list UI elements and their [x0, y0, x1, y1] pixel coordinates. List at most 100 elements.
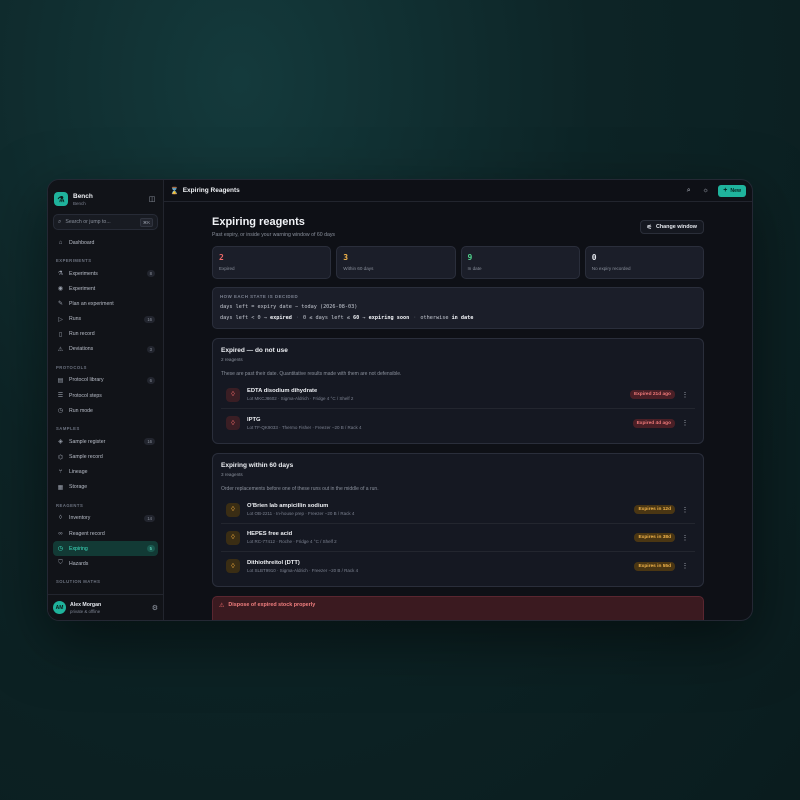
sidebar-item-runs[interactable]: ▷ Runs 16	[53, 312, 158, 327]
sidebar-item-expiring[interactable]: ◷ Expiring 5	[53, 541, 158, 557]
rule-text: expired	[269, 315, 292, 321]
rule-thresholds: days left < 0 → expired · 0 ≤ days left ≤ …	[220, 315, 474, 321]
section-experiments: Experiments	[56, 258, 92, 263]
reagent-row[interactable]: ◊ IPTG Lot TF-QK9033 · Thermo Fisher · F…	[221, 409, 695, 437]
more-icon[interactable]: ⋮	[680, 391, 690, 399]
reagent-row[interactable]: ◊ HEPES free acid Lot RC-77412 · Roche ·…	[221, 524, 695, 552]
sidebar-item-hazards[interactable]: ⛉ Hazards	[53, 556, 158, 571]
rule-text: expiring soon	[368, 315, 410, 321]
stat-value: 0	[591, 253, 597, 262]
change-window-button[interactable]: ⚟ Change window	[639, 220, 704, 234]
sidebar-item-label: Run record	[69, 331, 95, 338]
drop-icon: ◊	[226, 559, 240, 573]
page-title: Expiring reagents	[212, 216, 305, 228]
sidebar-item-lineage[interactable]: ⑂ Lineage	[53, 465, 158, 480]
drop-icon: ◊	[226, 416, 240, 430]
plus-icon: +	[723, 187, 728, 194]
reagent-row[interactable]: ◊ Dithiothreitol (DTT) Lot SLBT9910 · Si…	[221, 552, 695, 580]
sidebar-item-protocol-library[interactable]: ▤ Protocol library 6	[53, 373, 158, 388]
status-badge: Expires in 38d	[634, 533, 675, 542]
more-icon[interactable]: ⋮	[680, 534, 690, 542]
card-count: 2 reagents	[221, 357, 243, 362]
sidebar-item-plan-experiment[interactable]: ✎ Plan an experiment	[53, 296, 158, 311]
status-badge: Expired 4d ago	[632, 418, 675, 428]
section-solution-maths: Solution maths	[56, 579, 101, 585]
reagent-meta: Lot OB-2211 · In-house prep · Freezer −2…	[247, 511, 355, 516]
expiring-card: Expiring within 60 days 3 reagents Order…	[212, 453, 704, 587]
reagent-meta: Lot SLBT9910 · Sigma-Aldrich · Freezer −…	[247, 567, 359, 573]
sidebar-item-sample-record[interactable]: ⌬ Sample record	[53, 450, 158, 465]
sidebar-item-storage[interactable]: ▦ Storage	[53, 480, 158, 495]
app-window: ⚗ Bench Bench ◫ ⌕ Search or jump to... ⌘…	[47, 179, 753, 621]
sidebar-item-run-record[interactable]: ▯ Run record	[53, 327, 158, 342]
sidebar-item-experiment[interactable]: ◉ Experiment	[53, 281, 158, 296]
card-count: 3 reagents	[221, 472, 243, 477]
change-window-label: Change window	[655, 224, 697, 230]
sidebar-item-label: Plan an experiment	[69, 300, 114, 307]
search-input[interactable]: ⌕ Search or jump to... ⌘K	[53, 214, 158, 230]
sidebar-item-run-mode[interactable]: ◷ Run mode	[53, 403, 158, 418]
reagent-name: HEPES free acid	[247, 531, 293, 537]
stat-no-expiry: 0 No expiry recorded	[584, 246, 704, 279]
sidebar-item-label: Run mode	[69, 407, 93, 414]
sidebar-item-protocol-steps[interactable]: ☰ Protocol steps	[53, 388, 158, 403]
warning-icon: ⚠	[57, 346, 64, 353]
rule-text: days left < 0 →	[220, 315, 270, 321]
pencil-icon: ✎	[57, 301, 64, 308]
drop-icon: ◊	[226, 502, 240, 517]
sidebar-item-label: Experiments	[69, 270, 98, 277]
settings-icon[interactable]: ⚙	[152, 604, 158, 612]
sidebar-item-label: Inventory	[69, 515, 91, 522]
sidebar-toggle-icon[interactable]: ◫	[147, 194, 157, 204]
reagent-meta: Lot MKCJ8602 · Sigma-Aldrich · Fridge 4 …	[247, 396, 354, 401]
sidebar-item-label: Lineage	[69, 469, 88, 476]
sidebar: ⚗ Bench Bench ◫ ⌕ Search or jump to... ⌘…	[48, 180, 164, 620]
section-reagents: Reagents	[56, 502, 84, 508]
section-protocols: Protocols	[56, 364, 87, 370]
flask-icon: ⚗	[54, 192, 68, 206]
stat-value: 3	[343, 253, 349, 262]
stat-value: 2	[219, 253, 224, 262]
rule-text: otherwise	[420, 315, 452, 321]
sidebar-item-sample-register[interactable]: ◈ Sample register 16	[53, 434, 158, 449]
new-button[interactable]: + New	[718, 184, 746, 197]
count-badge: 8	[146, 270, 155, 277]
more-icon[interactable]: ⋮	[680, 562, 690, 570]
stat-label: Expired	[219, 266, 235, 271]
reagent-name: Dithiothreitol (DTT)	[247, 559, 300, 566]
sidebar-item-label: Hazards	[69, 560, 89, 567]
topbar-title: Expiring Reagents	[182, 187, 240, 194]
reagent-row[interactable]: ◊ O'Brien lab ampicillin sodium Lot OB-2…	[221, 496, 695, 524]
state-rules: How each state is decided days left = ex…	[212, 287, 704, 329]
app-name: Bench	[73, 192, 93, 200]
sidebar-item-label: Experiment	[69, 285, 96, 292]
user-profile[interactable]: AM Alex Morgan private & offline ⚙	[48, 594, 163, 620]
search-icon[interactable]: ⌕	[682, 184, 695, 197]
rule-text: 0 ≤ days left ≤	[302, 315, 353, 321]
sidebar-item-reagent-record[interactable]: ∞ Reagent record	[53, 526, 158, 541]
count-badge: 14	[144, 514, 155, 522]
sidebar-item-label: Runs	[69, 316, 82, 323]
theme-toggle-icon[interactable]: ☼	[699, 184, 712, 197]
rule-formula: days left = expiry date − today (2026-08…	[220, 304, 358, 310]
reagent-row[interactable]: ◊ EDTA disodium dihydrate Lot MKCJ8602 ·…	[221, 381, 695, 409]
section-samples: Samples	[56, 426, 80, 432]
more-icon[interactable]: ⋮	[680, 419, 690, 427]
sidebar-item-inventory[interactable]: ◊ Inventory 14	[53, 511, 158, 526]
reagent-name: EDTA disodium dihydrate	[247, 388, 318, 394]
count-badge: 5	[146, 545, 155, 553]
card-title: Expiring within 60 days	[221, 462, 294, 469]
user-name: Alex Morgan	[70, 601, 102, 608]
sidebar-item-experiments[interactable]: ⚗ Experiments 8	[53, 266, 158, 281]
avatar: AM	[53, 601, 66, 614]
count-badge: 16	[144, 315, 155, 323]
count-badge: 6	[146, 376, 155, 384]
sidebar-item-label: Reagent record	[69, 530, 105, 537]
new-button-label: New	[730, 187, 741, 194]
sidebar-item-dashboard[interactable]: ⌂ Dashboard	[53, 235, 158, 250]
card-title: Expired — do not use	[221, 347, 288, 354]
sidebar-item-deviations[interactable]: ⚠ Deviations 3	[53, 342, 158, 357]
more-icon[interactable]: ⋮	[680, 506, 690, 514]
flask-icon: ⚗	[57, 271, 64, 277]
search-shortcut: ⌘K	[140, 217, 153, 227]
